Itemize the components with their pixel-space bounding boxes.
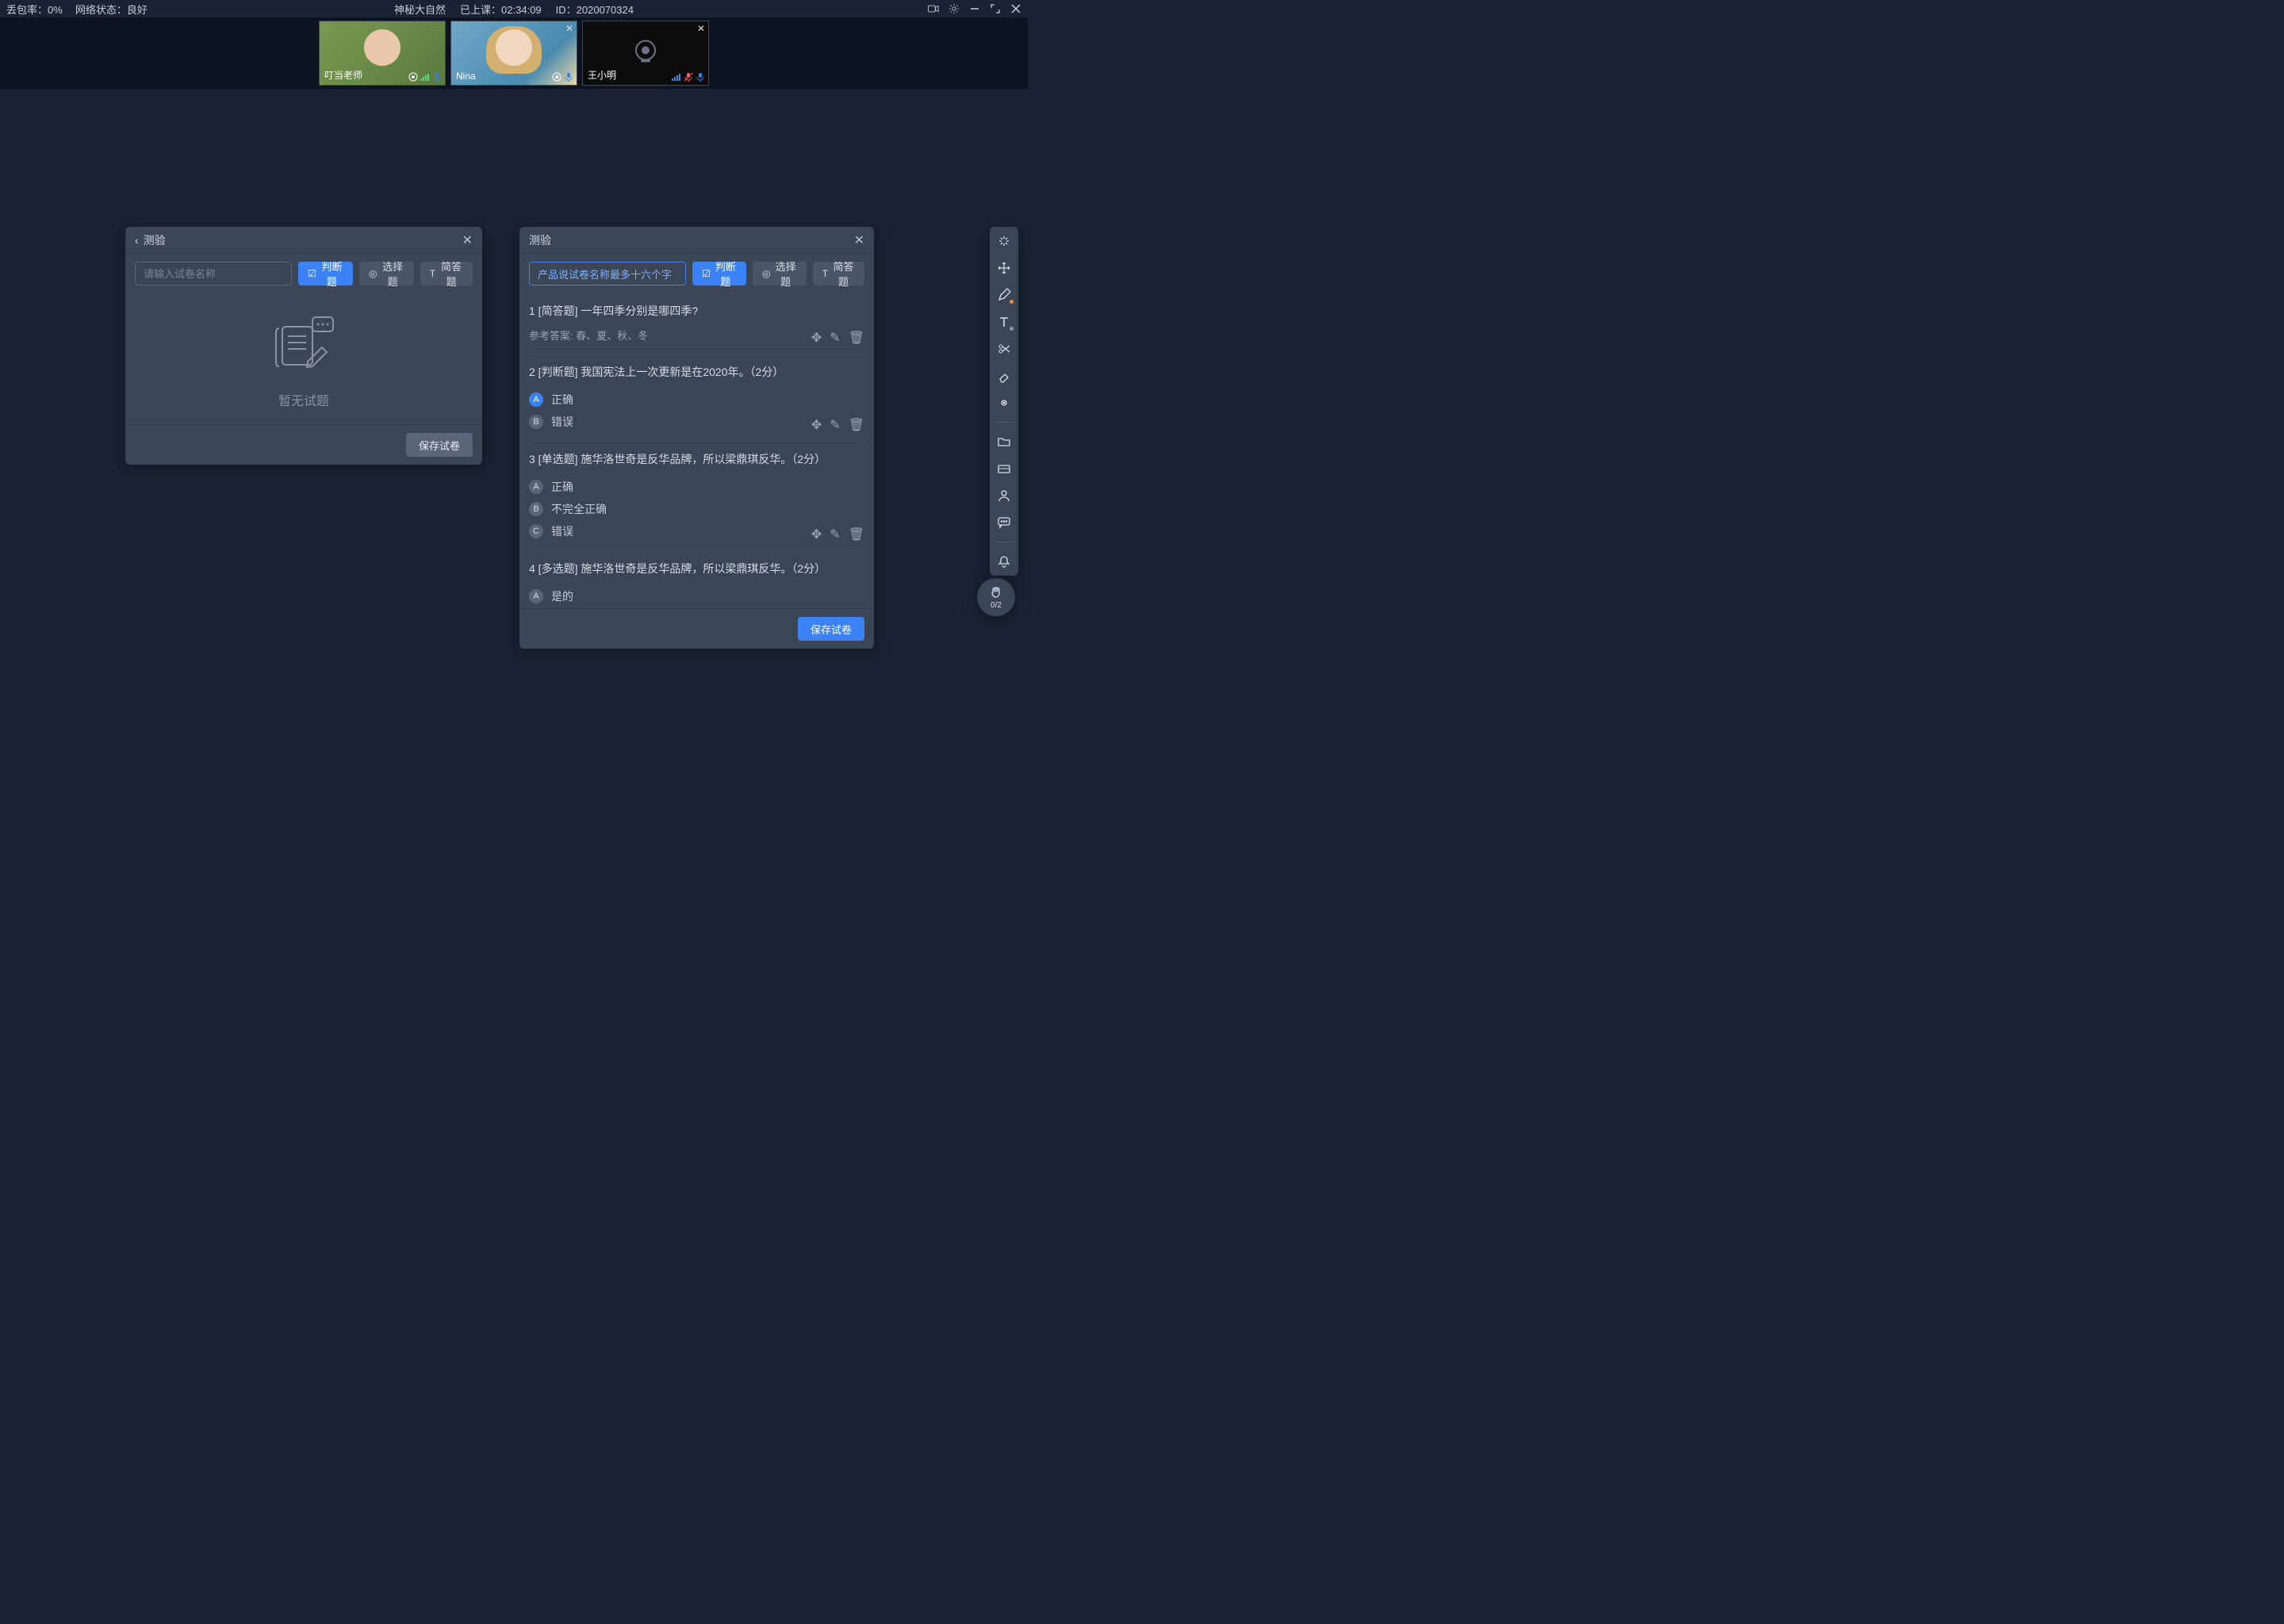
course-title: 神秘大自然 [394, 2, 446, 17]
bell-tool-icon[interactable] [996, 553, 1012, 569]
option-label: 正确 [551, 392, 573, 408]
video-close-icon[interactable]: ✕ [697, 23, 705, 34]
option-label: 正确 [551, 479, 573, 495]
choice-type-button[interactable]: ◎选择题 [359, 262, 414, 285]
network-status: 网络状态：良好 [75, 2, 148, 17]
question-title: 3 [单选题] 施华洛世奇是反华品牌，所以梁鼎琪反华。（2分） [529, 451, 864, 468]
option-label: 不完全正确 [551, 501, 607, 517]
user-tool-icon[interactable] [996, 488, 1012, 504]
video-tile-student[interactable]: ✕ 王小明 [582, 21, 709, 86]
empty-state: 暂无试题 [135, 293, 473, 424]
panel-title: 测验 [529, 232, 551, 248]
move-tool-icon[interactable] [996, 260, 1012, 276]
mic-icon [432, 72, 442, 82]
delete-icon[interactable]: 🗑 [849, 330, 864, 346]
quiz-panel-empty: ‹ 测验 ✕ ☑判断题 ◎选择题 T简答题 [125, 227, 482, 465]
question-item: 1 [简答题] 一年四季分别是哪四季?参考答案: 春、夏、秋、冬✥✎🗑 [529, 293, 864, 354]
mic-icon [696, 72, 705, 82]
question-option[interactable]: A 正确 [529, 476, 864, 498]
question-option[interactable]: B不完全正确 [529, 607, 864, 608]
video-strip: 叮当老师 ✕ Nina ✕ 王小明 [0, 17, 1028, 89]
pen-tool-icon[interactable] [996, 287, 1012, 303]
video-close-icon[interactable]: ✕ [565, 23, 573, 34]
camera-toggle-icon[interactable] [928, 3, 939, 14]
session-id: ID：2020070324 [556, 2, 634, 17]
scissors-tool-icon[interactable] [996, 341, 1012, 357]
laser-tool-icon[interactable] [996, 395, 1012, 411]
option-label: 错误 [551, 414, 573, 430]
video-name: 王小明 [588, 68, 616, 82]
choice-type-button[interactable]: ◎选择题 [753, 262, 807, 285]
question-item: 3 [单选题] 施华洛世奇是反华品牌，所以梁鼎琪反华。（2分） A 正确 B 不完全正确… [529, 442, 864, 551]
pointer-tool-icon[interactable] [996, 233, 1012, 249]
empty-text: 暂无试题 [278, 390, 329, 409]
question-item: 4 [多选题] 施华洛世奇是反华品牌，所以梁鼎琪反华。（2分） A 是的 B不完全正确… [529, 551, 864, 608]
option-letter: A [529, 589, 543, 603]
question-option[interactable]: A 正确 [529, 389, 864, 411]
question-option[interactable]: B 不完全正确 [529, 498, 864, 520]
save-quiz-button[interactable]: 保存试卷 [798, 617, 864, 641]
hand-icon [989, 585, 1003, 599]
empty-illustration-icon [268, 309, 339, 381]
option-letter: A [529, 393, 543, 407]
settings-icon[interactable] [948, 3, 960, 14]
edit-icon[interactable]: ✎ [830, 527, 840, 542]
edit-icon[interactable]: ✎ [830, 417, 840, 433]
maximize-icon[interactable] [990, 3, 1001, 14]
delete-icon[interactable]: 🗑 [849, 527, 864, 542]
signal-icon [672, 72, 681, 82]
question-title: 4 [多选题] 施华洛世奇是反华品牌，所以梁鼎琪反华。（2分） [529, 561, 864, 577]
camera-off-icon [631, 36, 660, 64]
short-type-button[interactable]: T简答题 [420, 262, 473, 285]
quiz-panel-filled: 测验 ✕ ☑判断题 ◎选择题 T简答题 1 [简答题] 一年四季分别是哪四季?参… [519, 227, 874, 649]
option-letter: C [529, 524, 543, 538]
mic-icon [564, 72, 573, 82]
chat-tool-icon[interactable] [996, 515, 1012, 530]
close-icon[interactable] [1010, 3, 1021, 14]
video-tile-student[interactable]: ✕ Nina [450, 21, 577, 86]
folder-tool-icon[interactable] [996, 434, 1012, 450]
save-quiz-button[interactable]: 保存试卷 [406, 433, 473, 457]
move-icon[interactable]: ✥ [811, 417, 822, 433]
option-label: 是的 [551, 588, 573, 604]
signal-icon [420, 72, 430, 82]
delete-icon[interactable]: 🗑 [849, 417, 864, 433]
hand-count: 0/2 [991, 601, 1002, 610]
move-icon[interactable]: ✥ [811, 330, 822, 346]
quiz-name-input[interactable] [529, 262, 686, 285]
close-icon[interactable]: ✕ [854, 232, 864, 248]
option-letter: B [529, 415, 543, 429]
short-type-button[interactable]: T简答题 [813, 262, 864, 285]
video-tile-teacher[interactable]: 叮当老师 [319, 21, 446, 86]
raise-hand-button[interactable]: 0/2 [977, 578, 1015, 616]
eraser-tool-icon[interactable] [996, 368, 1012, 384]
badge-icon [408, 72, 418, 82]
question-item: 2 [判断题] 我国宪法上一次更新是在2020年。（2分） A 正确 B 错误 ✥ ✎ 🗑 [529, 354, 864, 442]
minimize-icon[interactable] [969, 3, 980, 14]
whiteboard-toolbar [990, 227, 1018, 576]
option-letter: A [529, 480, 543, 494]
judge-type-button[interactable]: ☑判断题 [298, 262, 353, 285]
question-title: 2 [判断题] 我国宪法上一次更新是在2020年。（2分） [529, 364, 864, 381]
video-name: Nina [456, 71, 476, 82]
option-letter: B [529, 502, 543, 516]
video-name: 叮当老师 [324, 68, 362, 82]
packet-loss: 丢包率：0% [6, 2, 63, 17]
quiz-name-input[interactable] [135, 262, 292, 285]
media-tool-icon[interactable] [996, 461, 1012, 477]
move-icon[interactable]: ✥ [811, 527, 822, 542]
back-icon[interactable]: ‹ [135, 234, 139, 247]
elapsed-time: 已上课：02:34:09 [460, 2, 542, 17]
edit-icon[interactable]: ✎ [830, 330, 840, 346]
question-option[interactable]: A 是的 [529, 585, 864, 607]
topbar: 丢包率：0% 网络状态：良好 神秘大自然 已上课：02:34:09 ID：202… [0, 0, 1028, 17]
mic-muted-icon [684, 72, 693, 82]
panel-title: 测验 [144, 232, 166, 248]
option-label: 错误 [551, 523, 573, 539]
text-tool-icon[interactable] [996, 314, 1012, 330]
badge-icon [552, 72, 561, 82]
close-icon[interactable]: ✕ [462, 232, 473, 248]
question-title: 1 [简答题] 一年四季分别是哪四季? [529, 303, 864, 320]
judge-type-button[interactable]: ☑判断题 [692, 262, 746, 285]
